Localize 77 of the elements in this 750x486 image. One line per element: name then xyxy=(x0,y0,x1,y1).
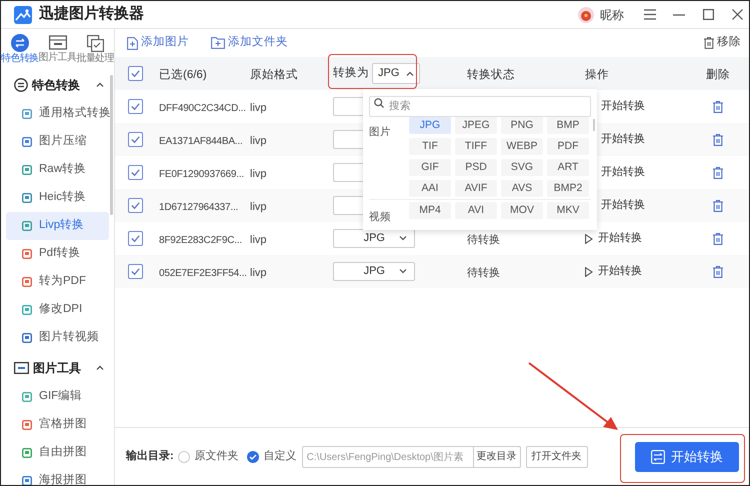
format-option[interactable]: PDF xyxy=(547,138,589,155)
search-field[interactable]: 搜索 xyxy=(369,96,591,116)
group-label: 视频 xyxy=(369,211,391,223)
format-option[interactable]: ART xyxy=(547,159,589,176)
column-header: 转换为 xyxy=(333,66,369,81)
status-text: 待转换 xyxy=(467,234,500,246)
user-name[interactable]: 昵称 xyxy=(600,6,624,24)
remove-button[interactable]: 移除 xyxy=(704,34,741,52)
sidebar-item[interactable]: Raw转换 xyxy=(6,156,109,184)
sidebar-item[interactable]: 图片压缩 xyxy=(6,128,109,156)
format-option[interactable]: AAI xyxy=(409,180,451,197)
sidebar-item[interactable]: 转为PDF xyxy=(6,268,109,296)
format-select[interactable]: JPG xyxy=(333,262,415,281)
file-name: 8F92E283C2F9C... xyxy=(159,234,242,246)
radio-option[interactable]: 原文件夹 xyxy=(178,448,239,465)
column-header: 转换状态 xyxy=(467,68,515,80)
column-header: 原始格式 xyxy=(250,68,298,80)
add-folder-button[interactable]: 添加文件夹 xyxy=(211,34,288,52)
file-name: 1D67127964337... xyxy=(159,202,238,212)
format-option[interactable]: MP4 xyxy=(409,202,451,219)
start-convert-link[interactable]: 开始转换 xyxy=(585,230,642,247)
start-button[interactable]: 开始转换 xyxy=(635,442,739,472)
file-name: DFF490C2C34CD... xyxy=(159,102,246,114)
format-option[interactable]: SVG xyxy=(501,159,543,176)
sidebar-item[interactable]: Pdf转换 xyxy=(6,240,109,268)
format-option[interactable]: BMP2 xyxy=(547,180,589,197)
sidebar-tab[interactable]: 批量处理 xyxy=(76,29,114,69)
radio-option[interactable]: 自定义 xyxy=(246,448,297,465)
start-convert-link[interactable]: 开始转换 xyxy=(585,263,642,280)
format-option[interactable]: PNG xyxy=(501,117,543,134)
group-label: 图片 xyxy=(369,126,391,138)
format-select[interactable]: JPG xyxy=(333,229,415,248)
column-header: 已选(6/6) xyxy=(159,68,207,80)
sidebar-item[interactable]: 图片转视频 xyxy=(6,324,109,352)
column-header: 删除 xyxy=(706,68,730,80)
format-option[interactable]: BMP xyxy=(547,117,589,134)
sidebar-item[interactable]: GIF编辑 xyxy=(6,383,109,411)
sidebar-tab[interactable]: 特色转换 xyxy=(1,29,39,69)
file-format: livp xyxy=(250,266,267,278)
output-label: 输出目录: xyxy=(126,448,174,464)
section-title[interactable]: 特色转换 xyxy=(32,76,80,94)
sidebar-item[interactable]: 海报拼图 xyxy=(6,467,109,485)
format-select[interactable]: JPG xyxy=(372,63,420,84)
sidebar-item[interactable]: Heic转换 xyxy=(6,184,109,212)
format-option[interactable]: JPEG xyxy=(455,117,497,134)
change-folder-button[interactable]: 更改目录 xyxy=(474,446,521,468)
file-format: livp xyxy=(250,168,267,180)
sidebar-item[interactable]: 修改DPI xyxy=(6,296,109,324)
column-header: 操作 xyxy=(585,68,609,80)
sidebar-item[interactable]: Livp转换 xyxy=(6,212,109,240)
file-name: FE0F1290937669... xyxy=(159,168,244,180)
format-option[interactable]: MKV xyxy=(547,202,589,219)
format-option[interactable]: AVS xyxy=(501,180,543,197)
format-option[interactable]: PSD xyxy=(455,159,497,176)
file-format: livp xyxy=(250,134,267,146)
format-option[interactable]: JPG xyxy=(409,117,451,134)
sidebar-item[interactable]: 自由拼图 xyxy=(6,439,109,467)
sidebar-tab[interactable]: 图片工具 xyxy=(38,29,76,69)
file-name: EA1371AF844BA... xyxy=(159,136,243,146)
open-folder-button[interactable]: 打开文件夹 xyxy=(526,446,588,468)
sidebar-item[interactable]: 通用格式转换 xyxy=(6,100,109,128)
window-title: 迅捷图片转换器 xyxy=(39,4,144,24)
file-name: 052E7EF2E3FF54... xyxy=(159,268,247,278)
format-option[interactable]: AVIF xyxy=(455,180,497,197)
sidebar-item[interactable]: 宫格拼图 xyxy=(6,411,109,439)
format-option[interactable]: WEBP xyxy=(501,138,543,155)
format-option[interactable]: MOV xyxy=(501,202,543,219)
section-title[interactable]: 图片工具 xyxy=(33,358,81,376)
file-format: livp xyxy=(250,200,267,212)
file-format: livp xyxy=(250,234,267,246)
format-option[interactable]: TIF xyxy=(409,138,451,155)
status-text: 待转换 xyxy=(467,266,500,278)
format-option[interactable]: TIFF xyxy=(455,138,497,155)
file-format: livp xyxy=(250,102,267,114)
format-option[interactable]: AVI xyxy=(455,202,497,219)
add-image-button[interactable]: 添加图片 xyxy=(127,34,189,52)
format-option[interactable]: GIF xyxy=(409,159,451,176)
